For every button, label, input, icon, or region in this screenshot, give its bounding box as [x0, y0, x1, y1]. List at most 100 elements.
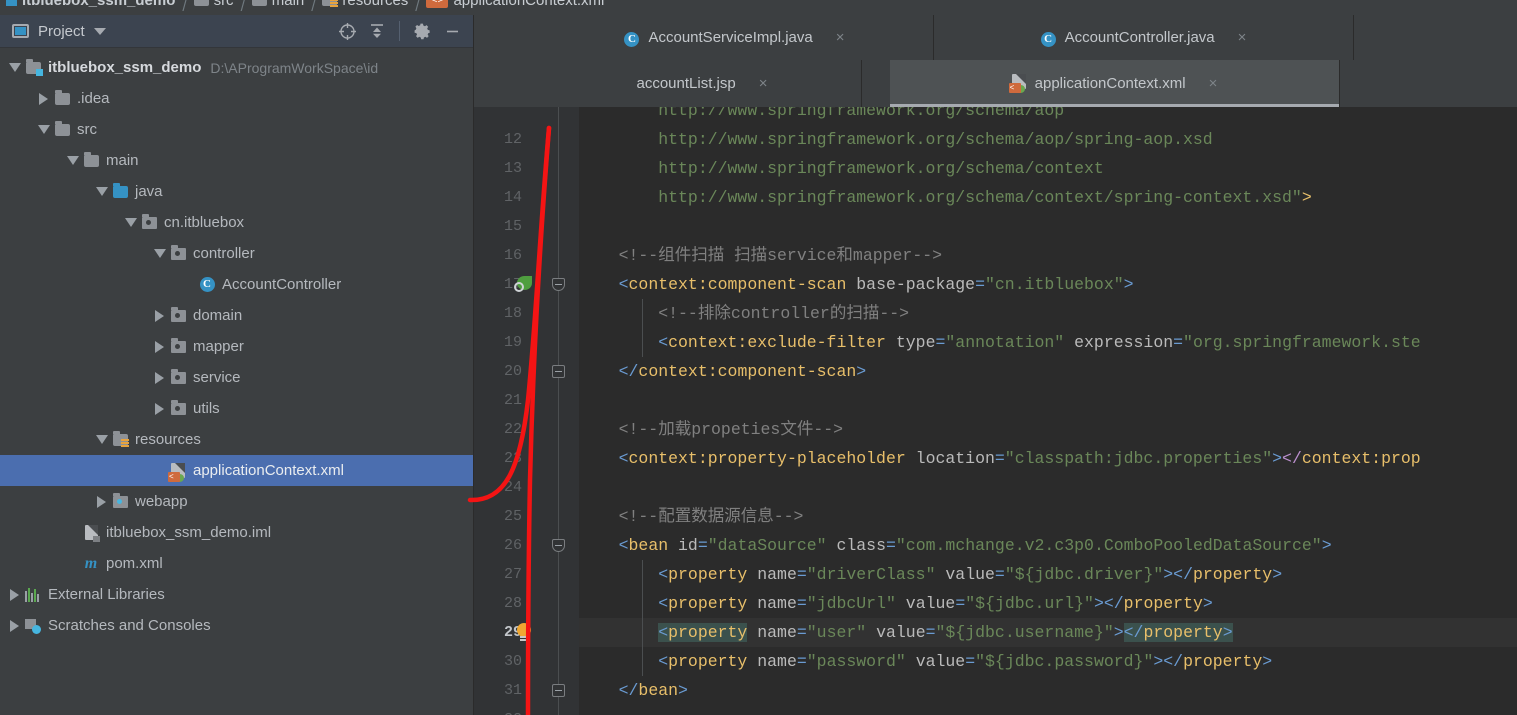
- resources-folder-icon: [110, 430, 130, 448]
- breadcrumb-item-module[interactable]: itbluebox_ssm_demo: [6, 0, 175, 15]
- tree-item-webapp[interactable]: webapp: [0, 486, 473, 517]
- code-token: >: [1153, 652, 1164, 671]
- editor-tab-applicationcontext-xml[interactable]: applicationContext.xml ×: [890, 60, 1340, 107]
- project-tree[interactable]: itbluebox_ssm_demo D:\AProgramWorkSpace\i…: [0, 48, 473, 641]
- line-number: 19: [503, 334, 522, 351]
- java-class-icon: C: [1040, 29, 1056, 47]
- tree-item-accountcontroller[interactable]: C AccountController: [0, 269, 473, 300]
- fold-open-icon[interactable]: [552, 278, 565, 291]
- code-token: context:exclude-filter: [668, 333, 886, 352]
- breadcrumb-item-resources[interactable]: resources: [322, 0, 408, 15]
- collapse-all-icon[interactable]: [362, 17, 392, 45]
- chevron-down-icon[interactable]: [93, 187, 110, 196]
- tree-item-java[interactable]: java: [0, 176, 473, 207]
- chevron-right-icon[interactable]: [151, 309, 168, 322]
- breadcrumb-item-main[interactable]: main: [251, 0, 304, 15]
- package-icon: [168, 399, 188, 415]
- chevron-right-icon[interactable]: [93, 495, 110, 508]
- chevron-right-icon[interactable]: [151, 371, 168, 384]
- editor-tab-accountserviceimpl-java[interactable]: C AccountServiceImpl.java ×: [536, 15, 934, 60]
- chevron-down-icon[interactable]: [93, 27, 106, 35]
- code-token: =: [796, 565, 807, 584]
- tree-item-external-libraries[interactable]: External Libraries: [0, 579, 473, 610]
- code-token: id: [668, 536, 698, 555]
- chevron-right-icon[interactable]: [6, 619, 23, 632]
- tree-item-main[interactable]: main: [0, 145, 473, 176]
- tree-item-controller[interactable]: controller: [0, 238, 473, 269]
- code-token: context:property-placeholder: [628, 449, 906, 468]
- fold-close-icon[interactable]: [552, 365, 565, 378]
- code-token: =: [886, 536, 896, 555]
- code-token: <: [579, 449, 629, 468]
- tree-item-cn-itbluebox[interactable]: cn.itbluebox: [0, 207, 473, 238]
- chevron-down-icon[interactable]: [122, 218, 139, 227]
- tree-item-domain[interactable]: domain: [0, 300, 473, 331]
- code-lines: http://www.springframework.org/schema/ao…: [579, 107, 1517, 715]
- code-token: =: [975, 275, 985, 294]
- chevron-down-icon[interactable]: [64, 156, 81, 165]
- chevron-down-icon[interactable]: [6, 63, 23, 72]
- breadcrumb-separator: /: [182, 0, 187, 15]
- code-token: <: [579, 536, 629, 555]
- chevron-right-icon[interactable]: [35, 92, 52, 105]
- chevron-right-icon[interactable]: [151, 340, 168, 353]
- code-token: =: [796, 623, 807, 642]
- gear-icon[interactable]: [407, 17, 437, 45]
- tree-item-src[interactable]: src: [0, 114, 473, 145]
- tree-item-itbluebox-ssm-demo[interactable]: itbluebox_ssm_demo D:\AProgramWorkSpace\i…: [0, 52, 473, 83]
- code-line: http://www.springframework.org/schema/co…: [579, 154, 1104, 183]
- editor-gutter[interactable]: 12 13 14 15 16 17 18 19 20 21 22 23 24 25 26 27 28 29 30 31…: [474, 107, 579, 715]
- code-token: value: [895, 594, 956, 613]
- code-token: <: [658, 623, 669, 642]
- chevron-down-icon[interactable]: [93, 435, 110, 444]
- code-token: property: [1123, 594, 1203, 613]
- breadcrumb-item-file[interactable]: <> applicationContext.xml: [426, 0, 604, 15]
- tree-item-service[interactable]: service: [0, 362, 473, 393]
- tree-item-applicationcontext-xml[interactable]: applicationContext.xml: [0, 455, 473, 486]
- spring-bean-icon[interactable]: [514, 276, 532, 292]
- code-token: "${jdbc.password}": [975, 652, 1154, 671]
- code-line: </bean>: [579, 676, 688, 705]
- code-token: name: [747, 594, 797, 613]
- code-token: >: [1262, 652, 1273, 671]
- tree-item-itbluebox-ssm-demo-iml[interactable]: itbluebox_ssm_demo.iml: [0, 517, 473, 548]
- locate-icon[interactable]: [332, 17, 362, 45]
- tab-label: applicationContext.xml: [1034, 75, 1186, 92]
- lightbulb-icon[interactable]: [516, 623, 532, 641]
- code-token: property: [668, 594, 748, 613]
- close-icon[interactable]: ×: [836, 29, 845, 46]
- close-icon[interactable]: ×: [1209, 75, 1218, 92]
- close-icon[interactable]: ×: [759, 75, 768, 92]
- fold-open-icon[interactable]: [552, 539, 565, 552]
- tree-item--idea[interactable]: .idea: [0, 83, 473, 114]
- chevron-right-icon[interactable]: [6, 588, 23, 601]
- editor-tab-accountlist-jsp[interactable]: accountList.jsp ×: [534, 60, 862, 107]
- code-token: property: [1143, 623, 1223, 642]
- breadcrumb-separator: /: [415, 0, 420, 15]
- chevron-right-icon[interactable]: [151, 402, 168, 415]
- tree-item-label: .idea: [77, 90, 110, 107]
- line-number: 26: [503, 537, 522, 554]
- module-icon: [23, 58, 43, 76]
- breadcrumb-item-src[interactable]: src: [193, 0, 234, 15]
- tree-item-pom-xml[interactable]: m pom.xml: [0, 548, 473, 579]
- tree-item-label: mapper: [193, 338, 244, 355]
- code-token: <: [579, 275, 629, 294]
- editor-tab-accountcontroller-java[interactable]: C AccountController.java ×: [934, 15, 1354, 60]
- close-icon[interactable]: ×: [1238, 29, 1247, 46]
- code-token: "${jdbc.url}": [965, 594, 1094, 613]
- tree-item-utils[interactable]: utils: [0, 393, 473, 424]
- xml-file-icon: <>: [426, 0, 449, 8]
- tree-item-resources[interactable]: resources: [0, 424, 473, 455]
- fold-close-icon[interactable]: [552, 684, 565, 697]
- chevron-down-icon[interactable]: [151, 249, 168, 258]
- code-token: name: [747, 623, 797, 642]
- chevron-down-icon[interactable]: [35, 125, 52, 134]
- code-token: "${jdbc.driver}": [1004, 565, 1164, 584]
- tree-item-scratches-and-consoles[interactable]: Scratches and Consoles: [0, 610, 473, 641]
- minimize-icon[interactable]: [437, 17, 467, 45]
- code-editor[interactable]: 12 13 14 15 16 17 18 19 20 21 22 23 24 25 26 27 28 29 30 31…: [474, 107, 1517, 715]
- tree-item-mapper[interactable]: mapper: [0, 331, 473, 362]
- tree-item-label: webapp: [135, 493, 188, 510]
- source-folder-icon: [110, 182, 130, 198]
